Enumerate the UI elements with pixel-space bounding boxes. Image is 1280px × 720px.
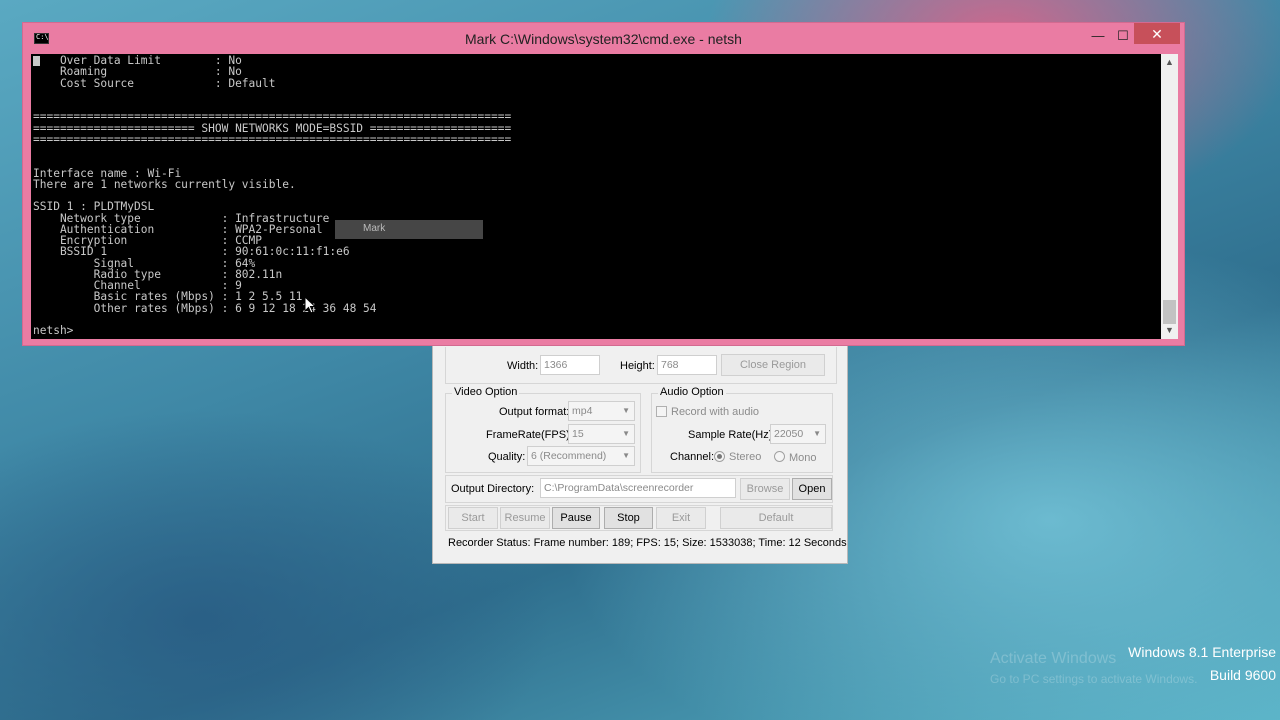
- channel-label: Channel:: [670, 451, 715, 463]
- width-field[interactable]: 1366: [540, 355, 600, 375]
- chevron-down-icon: ▼: [622, 451, 630, 460]
- default-button[interactable]: Default: [720, 507, 832, 529]
- pause-button[interactable]: Pause: [552, 507, 600, 529]
- close-region-button[interactable]: Close Region: [721, 354, 825, 376]
- output-dir-label: Output Directory:: [451, 483, 535, 495]
- stop-button[interactable]: Stop: [604, 507, 653, 529]
- scroll-up-arrow-icon[interactable]: ▲: [1161, 54, 1178, 71]
- output-dir-field[interactable]: C:\ProgramData\screenrecorder: [540, 478, 736, 498]
- mono-radio[interactable]: [774, 451, 785, 462]
- close-button[interactable]: ✕: [1134, 23, 1180, 44]
- scroll-down-arrow-icon[interactable]: ▼: [1161, 322, 1178, 339]
- cmd-window: C:\ Mark C:\Windows\system32\cmd.exe - n…: [22, 22, 1185, 346]
- scrollbar-thumb[interactable]: [1163, 300, 1176, 324]
- recorder-status: Recorder Status: Frame number: 189; FPS:…: [448, 537, 847, 549]
- output-format-select[interactable]: mp4 ▼: [568, 401, 635, 421]
- audio-option-title: Audio Option: [658, 386, 726, 398]
- chevron-down-icon: ▼: [813, 429, 821, 438]
- quality-select[interactable]: 6 (Recommend) ▼: [527, 446, 635, 466]
- video-option-title: Video Option: [452, 386, 520, 398]
- record-audio-checkbox[interactable]: [656, 406, 667, 417]
- sample-rate-value: 22050: [774, 428, 804, 440]
- fps-value: 15: [572, 428, 584, 440]
- text-cursor: [33, 56, 40, 66]
- activate-windows-title: Activate Windows: [990, 650, 1117, 667]
- height-field[interactable]: 768: [657, 355, 717, 375]
- exit-button[interactable]: Exit: [656, 507, 706, 529]
- resume-button[interactable]: Resume: [500, 507, 550, 529]
- maximize-button[interactable]: ☐: [1110, 25, 1136, 47]
- height-label: Height:: [620, 360, 655, 372]
- stereo-radio[interactable]: [714, 451, 725, 462]
- windows-edition-text: Windows 8.1 Enterprise: [1128, 644, 1276, 660]
- quality-label: Quality:: [488, 451, 526, 463]
- fps-select[interactable]: 15 ▼: [568, 424, 635, 444]
- cmd-title-bar[interactable]: C:\ Mark C:\Windows\system32\cmd.exe - n…: [23, 23, 1184, 54]
- cmd-title-text: Mark C:\Windows\system32\cmd.exe - netsh: [465, 31, 742, 47]
- mark-overlay-label: Mark: [363, 223, 386, 234]
- mark-selection-overlay: Mark: [335, 220, 483, 239]
- chevron-down-icon: ▼: [622, 406, 630, 415]
- sample-rate-select[interactable]: 22050 ▼: [770, 424, 826, 444]
- browse-button[interactable]: Browse: [740, 478, 790, 500]
- fps-label: FrameRate(FPS):: [486, 429, 573, 441]
- vertical-scrollbar[interactable]: ▲ ▼: [1161, 54, 1178, 339]
- output-format-label: Output format:: [499, 406, 570, 418]
- console-output[interactable]: Over Data Limit : No Roaming : No Cost S…: [31, 54, 1161, 339]
- screen-recorder-window: Width: 1366 Height: 768 Close Region Vid…: [432, 340, 848, 564]
- start-button[interactable]: Start: [448, 507, 498, 529]
- quality-value: 6 (Recommend): [531, 450, 607, 462]
- mono-label: Mono: [789, 452, 817, 464]
- stereo-label: Stereo: [729, 451, 762, 463]
- mouse-pointer-icon: [304, 296, 316, 314]
- width-label: Width:: [507, 360, 539, 372]
- minimize-button[interactable]: —: [1085, 25, 1111, 47]
- open-button[interactable]: Open: [792, 478, 832, 500]
- record-audio-label: Record with audio: [671, 406, 760, 418]
- console-text: Over Data Limit : No Roaming : No Cost S…: [33, 54, 512, 337]
- chevron-down-icon: ▼: [622, 429, 630, 438]
- activate-windows-subtitle: Go to PC settings to activate Windows.: [990, 672, 1198, 686]
- windows-build-text: Build 9600: [1209, 667, 1276, 683]
- output-format-value: mp4: [572, 405, 593, 417]
- sample-rate-label: Sample Rate(Hz):: [688, 429, 776, 441]
